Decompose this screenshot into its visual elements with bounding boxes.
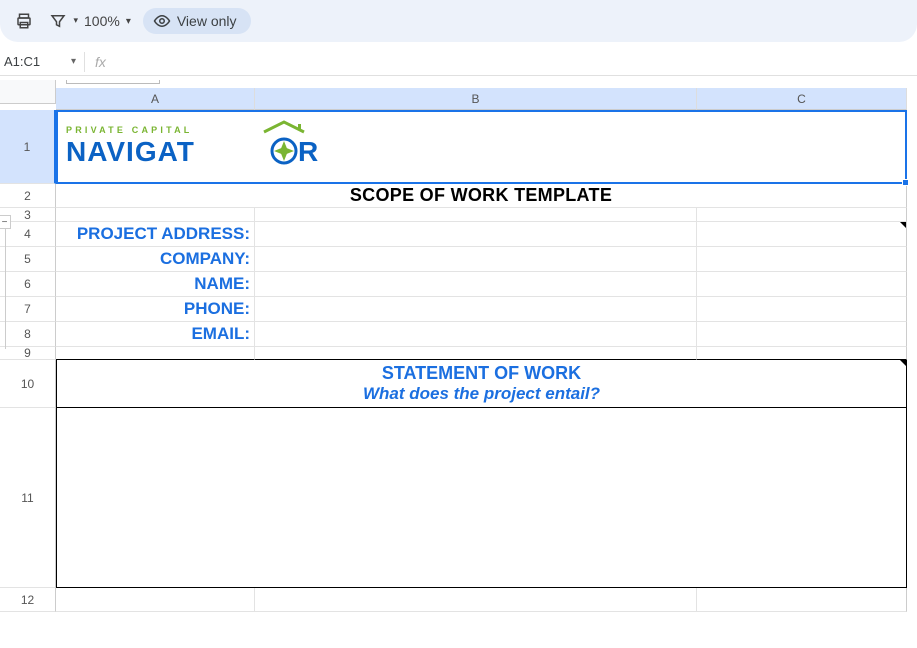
cell-c5[interactable] xyxy=(697,247,907,272)
cell-title[interactable]: SCOPE OF WORK TEMPLATE xyxy=(56,184,907,208)
row-headers: 1 2 3 4 5 6 7 8 9 10 11 12 xyxy=(0,110,56,612)
section-subtitle: What does the project entail? xyxy=(363,384,600,404)
section-title: STATEMENT OF WORK xyxy=(382,363,581,384)
cells: PRIVATE CAPITAL NAVIGAT R S xyxy=(56,110,907,612)
cell-c9[interactable] xyxy=(697,347,907,360)
eye-icon xyxy=(153,12,171,30)
column-headers: A B C xyxy=(56,88,907,110)
view-only-label: View only xyxy=(177,13,237,29)
row-header-1[interactable]: 1 xyxy=(0,110,56,184)
cell-c3[interactable] xyxy=(697,208,907,222)
svg-text:NAVIGAT: NAVIGAT xyxy=(66,136,195,167)
cell-c8[interactable] xyxy=(697,322,907,347)
formula-bar: A1:C1 ▾ fx xyxy=(0,48,917,76)
cell-name-value[interactable] xyxy=(255,272,697,297)
print-icon[interactable] xyxy=(10,7,38,35)
group-collapse-icon[interactable]: − xyxy=(0,215,11,229)
row-header-6[interactable]: 6 xyxy=(0,272,56,297)
svg-text:R: R xyxy=(298,136,318,167)
cell-phone-label[interactable]: PHONE: xyxy=(56,297,255,322)
row-header-2[interactable]: 2 xyxy=(0,184,56,208)
cell-a12[interactable] xyxy=(56,588,255,612)
cell-project-address-value[interactable] xyxy=(255,222,697,247)
cell-a9[interactable] xyxy=(56,347,255,360)
svg-text:PRIVATE CAPITAL: PRIVATE CAPITAL xyxy=(66,125,193,135)
filter-icon[interactable]: ▾ xyxy=(44,7,72,35)
cell-a3[interactable] xyxy=(56,208,255,222)
cell-a1[interactable]: PRIVATE CAPITAL NAVIGAT R xyxy=(56,110,907,184)
column-header-c[interactable]: C xyxy=(697,88,907,110)
column-header-a[interactable]: A xyxy=(56,88,255,110)
cell-project-address-label[interactable]: PROJECT ADDRESS: xyxy=(56,222,255,247)
cell-b9[interactable] xyxy=(255,347,697,360)
cell-c7[interactable] xyxy=(697,297,907,322)
logo: PRIVATE CAPITAL NAVIGAT R xyxy=(56,110,906,183)
row-header-5[interactable]: 5 xyxy=(0,247,56,272)
cell-b3[interactable] xyxy=(255,208,697,222)
cell-c6[interactable] xyxy=(697,272,907,297)
toolbar: ▾ 100% ▾ View only xyxy=(0,0,917,42)
row-header-8[interactable]: 8 xyxy=(0,322,56,347)
cell-company-value[interactable] xyxy=(255,247,697,272)
zoom-value: 100% xyxy=(84,13,120,29)
cell-phone-value[interactable] xyxy=(255,297,697,322)
chevron-down-icon: ▾ xyxy=(126,16,131,27)
group-line xyxy=(5,229,6,349)
cell-sow-body[interactable] xyxy=(56,408,907,588)
cell-company-label[interactable]: COMPANY: xyxy=(56,247,255,272)
row-header-11[interactable]: 11 xyxy=(0,408,56,588)
cell-b12[interactable] xyxy=(255,588,697,612)
zoom-dropdown[interactable]: 100% ▾ xyxy=(78,13,137,29)
doc-title: SCOPE OF WORK TEMPLATE xyxy=(350,185,612,206)
chevron-down-icon: ▾ xyxy=(71,56,76,67)
dropdown-corner-icon xyxy=(900,360,906,366)
row-header-7[interactable]: 7 xyxy=(0,297,56,322)
fx-icon: fx xyxy=(85,54,116,70)
name-box[interactable]: A1:C1 ▾ xyxy=(0,54,84,69)
cell-c4[interactable] xyxy=(697,222,907,247)
cell-name-label[interactable]: NAME: xyxy=(56,272,255,297)
cell-email-value[interactable] xyxy=(255,322,697,347)
column-header-b[interactable]: B xyxy=(255,88,697,110)
cell-section-header[interactable]: STATEMENT OF WORK What does the project … xyxy=(56,360,907,408)
cell-c12[interactable] xyxy=(697,588,907,612)
select-all-corner[interactable] xyxy=(0,80,56,104)
freeze-indicator xyxy=(66,80,160,84)
dropdown-corner-icon xyxy=(900,222,906,228)
row-header-10[interactable]: 10 xyxy=(0,360,56,408)
view-only-badge[interactable]: View only xyxy=(143,8,251,34)
name-box-value: A1:C1 xyxy=(4,54,40,69)
row-header-9[interactable]: 9 xyxy=(0,347,56,360)
row-header-12[interactable]: 12 xyxy=(0,588,56,612)
cell-email-label[interactable]: EMAIL: xyxy=(56,322,255,347)
